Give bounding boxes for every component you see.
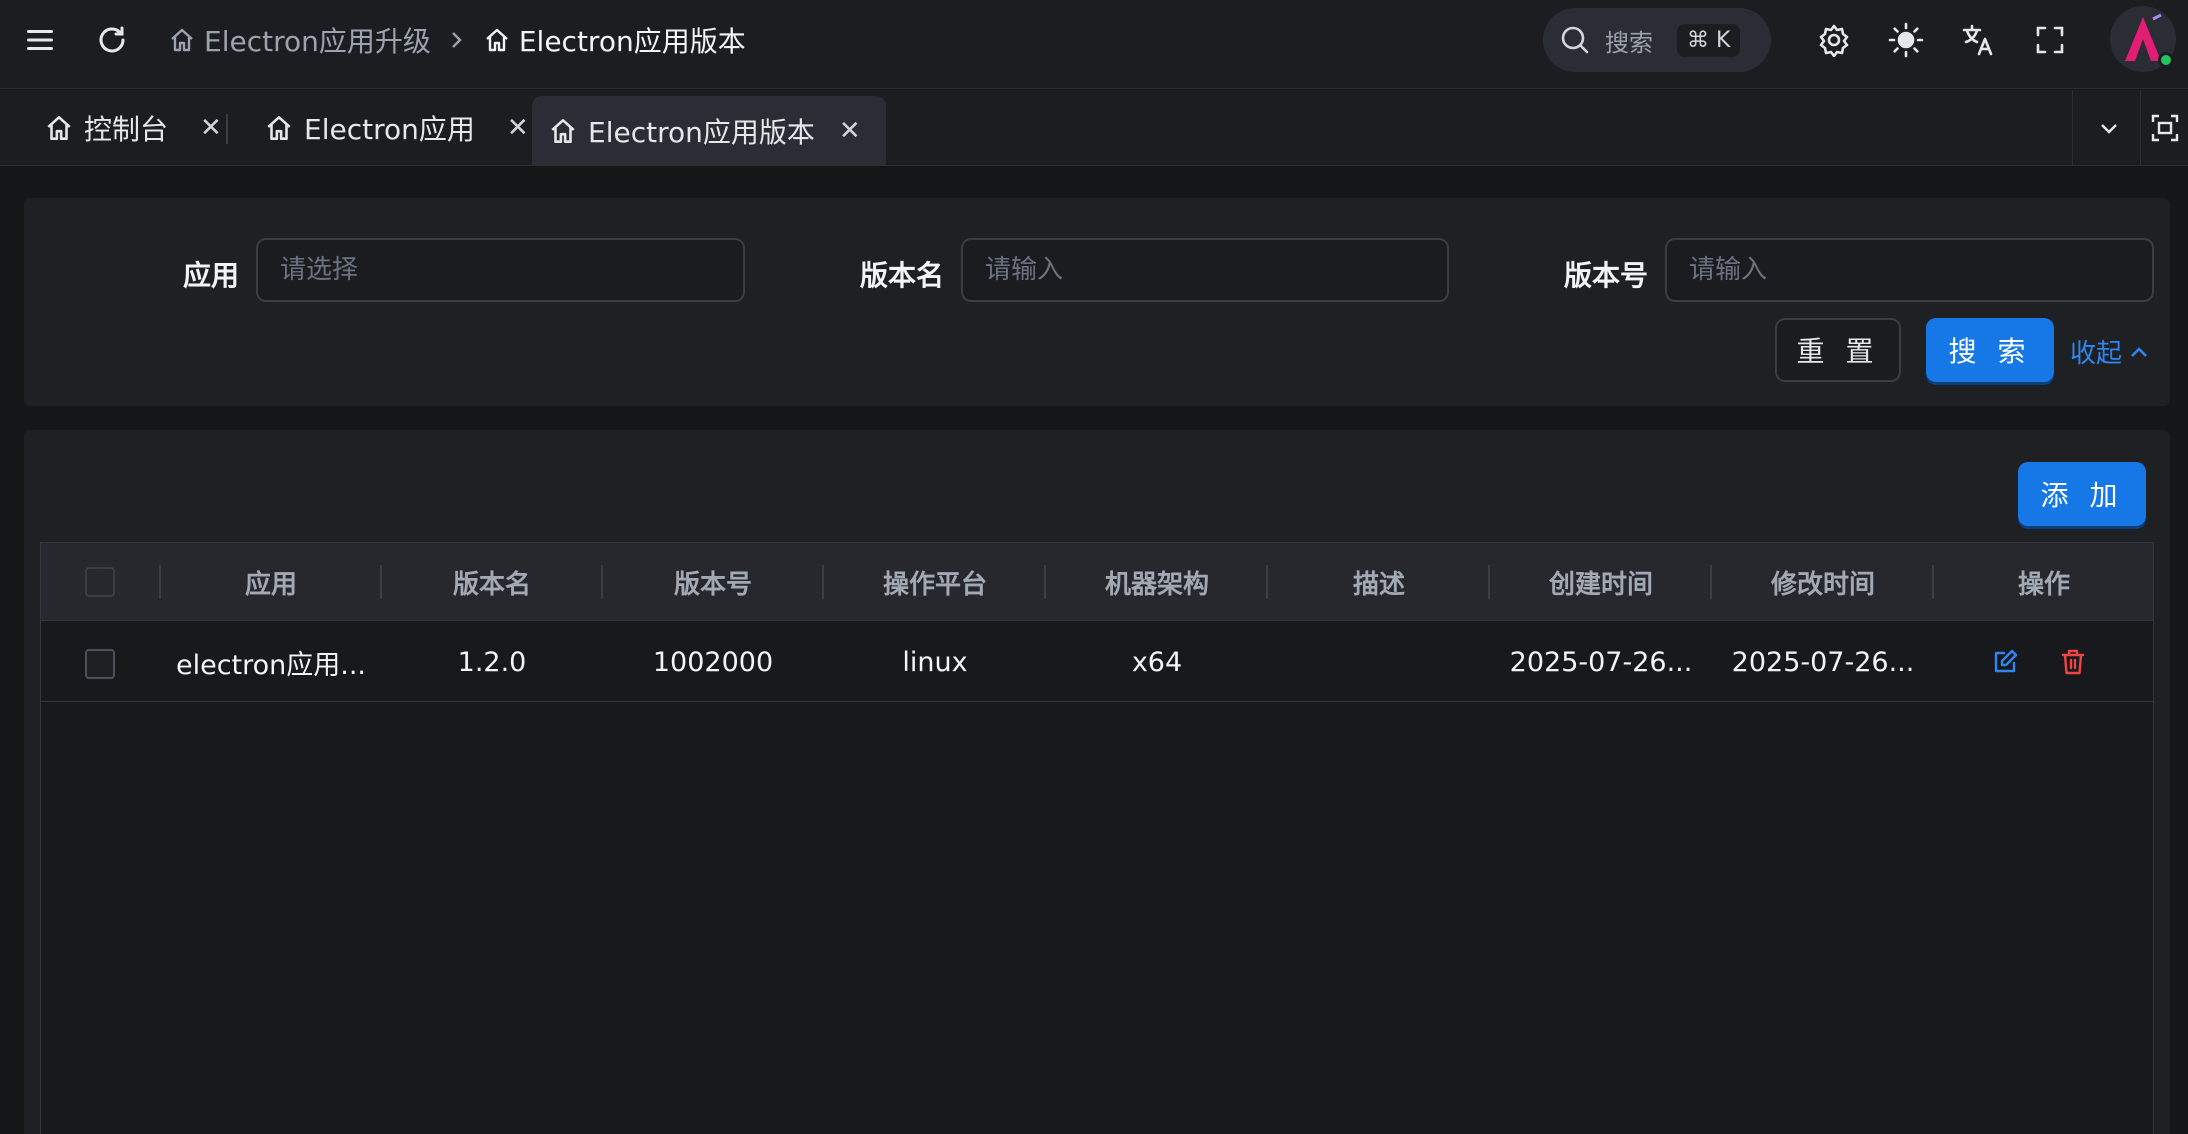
reset-button[interactable]: 重 置: [1775, 318, 1901, 382]
column-header-app[interactable]: 应用: [161, 543, 381, 621]
version-code-input[interactable]: [1665, 238, 2154, 302]
translate-icon: [1962, 24, 1993, 56]
tab-bar: 控制台 ✕ Electron应用 ✕ Electron应用版本 ✕: [0, 90, 2188, 166]
tab-divider: [226, 114, 228, 144]
tab-dashboard[interactable]: 控制台 ✕: [28, 96, 238, 160]
delete-button[interactable]: [2055, 644, 2091, 680]
home-icon: [551, 119, 575, 143]
sun-icon: [1888, 22, 1924, 58]
tab-label: 控制台: [84, 113, 169, 146]
collapse-filter-link[interactable]: 收起: [2070, 333, 2150, 370]
refresh-icon: [99, 26, 125, 53]
breadcrumb-label: Electron应用升级: [204, 25, 431, 58]
chevron-down-icon: [2100, 124, 2117, 134]
tab-electron-app-version[interactable]: Electron应用版本 ✕: [532, 96, 886, 166]
version-code-filter-label: 版本号: [1564, 259, 1649, 292]
top-header: Electron应用升级 Electron应用版本 搜索 ⌘ K: [0, 0, 2188, 89]
app-select[interactable]: [256, 238, 745, 302]
close-icon[interactable]: ✕: [507, 113, 529, 143]
online-status-dot: [2158, 52, 2174, 68]
gear-icon: [1819, 24, 1849, 57]
cell-platform: linux: [902, 646, 968, 678]
cell-version-name: 1.2.0: [457, 646, 527, 678]
app-root: Electron应用升级 Electron应用版本 搜索 ⌘ K 控制台 ✕ E…: [0, 0, 2188, 1134]
version-table: 应用 版本名 版本号 操作平台 机器架构 描述 创建时间 修改时间 操作 ele…: [40, 542, 2154, 1134]
settings-button[interactable]: [1814, 20, 1854, 60]
edit-button[interactable]: [1987, 644, 2023, 680]
close-icon[interactable]: ✕: [839, 116, 861, 146]
home-icon: [171, 28, 193, 52]
language-button[interactable]: [1958, 20, 1998, 60]
tab-electron-app[interactable]: Electron应用 ✕: [248, 96, 545, 160]
search-shortcut-badge: ⌘ K: [1677, 23, 1741, 57]
table-header: 应用 版本名 版本号 操作平台 机器架构 描述 创建时间 修改时间 操作: [41, 543, 2153, 621]
select-all-checkbox[interactable]: [85, 567, 115, 597]
column-header-description[interactable]: 描述: [1268, 543, 1490, 621]
table-row[interactable]: electron应用... 1.2.0 1002000 linux x64 20…: [41, 622, 2153, 702]
home-icon: [47, 116, 71, 140]
breadcrumb: Electron应用升级 Electron应用版本: [168, 18, 746, 62]
column-header-version-code[interactable]: 版本号: [603, 543, 823, 621]
chevron-right-icon: [447, 28, 467, 52]
fullscreen-button[interactable]: [2030, 20, 2070, 60]
tab-dropdown-button[interactable]: [2072, 90, 2144, 166]
column-header-platform[interactable]: 操作平台: [824, 543, 1046, 621]
tab-label: Electron应用: [304, 113, 475, 146]
cell-description: [1268, 622, 1490, 702]
column-header-created[interactable]: 创建时间: [1490, 543, 1712, 621]
cell-version-code: 1002000: [652, 646, 774, 678]
cell-arch: x64: [1131, 646, 1183, 678]
edit-icon: [1994, 649, 2018, 673]
column-header-version-name[interactable]: 版本名: [382, 543, 602, 621]
cell-modified: 2025-07-26...: [1731, 646, 1915, 678]
breadcrumb-label: Electron应用版本: [518, 25, 746, 58]
global-search-button[interactable]: 搜索 ⌘ K: [1543, 8, 1771, 72]
row-checkbox[interactable]: [85, 649, 115, 679]
menu-toggle-button[interactable]: [20, 20, 60, 60]
breadcrumb-item-version[interactable]: Electron应用版本: [483, 20, 746, 60]
add-button[interactable]: 添 加: [2018, 462, 2146, 526]
collapse-label: 收起: [2070, 339, 2123, 369]
home-icon: [486, 28, 508, 52]
search-icon: [1561, 26, 1589, 54]
cell-app: electron应用...: [175, 649, 367, 681]
search-button[interactable]: 搜 索: [1926, 318, 2054, 382]
breadcrumb-item-upgrade[interactable]: Electron应用升级: [168, 20, 431, 60]
cell-created: 2025-07-26...: [1509, 646, 1693, 678]
version-name-filter-label: 版本名: [860, 259, 945, 292]
tab-label: Electron应用版本: [588, 116, 815, 149]
theme-toggle-button[interactable]: [1886, 20, 1926, 60]
version-name-input[interactable]: [961, 238, 1449, 302]
fullscreen-icon: [2036, 26, 2064, 54]
user-avatar[interactable]: [2110, 6, 2176, 72]
maximize-content-icon: [2151, 114, 2178, 142]
hamburger-icon: [27, 30, 53, 50]
column-header-actions: 操作: [2017, 569, 2070, 600]
column-header-modified[interactable]: 修改时间: [1712, 543, 1934, 621]
search-label: 搜索: [1605, 28, 1653, 57]
refresh-button[interactable]: [92, 20, 132, 60]
column-header-arch[interactable]: 机器架构: [1046, 543, 1268, 621]
app-filter-label: 应用: [183, 259, 240, 292]
trash-icon: [2061, 649, 2085, 675]
close-icon[interactable]: ✕: [200, 113, 222, 143]
home-icon: [267, 116, 291, 140]
chevron-up-icon: [2131, 346, 2147, 357]
tab-maximize-button[interactable]: [2140, 90, 2188, 166]
